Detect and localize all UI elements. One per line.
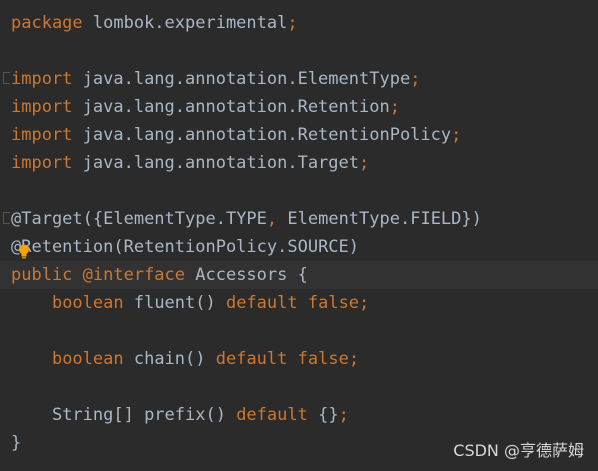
- code-line-interface-declaration[interactable]: public @interface Accessors {: [0, 261, 598, 289]
- semicolon: ;: [359, 293, 370, 313]
- comma: ,: [266, 209, 278, 229]
- code-line-retention-annotation[interactable]: @Retention(RetentionPolicy.SOURCE): [0, 233, 598, 261]
- enum-source: SOURCE: [287, 237, 349, 257]
- semicolon: ;: [389, 97, 400, 117]
- keyword-default: default: [225, 293, 298, 313]
- semicolon: ;: [410, 69, 421, 89]
- import-path: java.lang.annotation.ElementType: [72, 69, 411, 89]
- code-line-target-annotation[interactable]: @Target({ElementType.TYPE, ElementType.F…: [0, 205, 598, 233]
- code-line-fluent-method[interactable]: boolean fluent() default false;: [0, 289, 598, 317]
- code-line-prefix-method[interactable]: String[] prefix() default {};: [0, 401, 598, 429]
- keyword-false: false: [297, 293, 360, 313]
- import-path: java.lang.annotation.RetentionPolicy: [72, 125, 452, 145]
- method-signature: chain(): [123, 349, 216, 369]
- code-line-import-retention[interactable]: import java.lang.annotation.Retention;: [0, 93, 598, 121]
- keyword-import: import: [11, 97, 73, 117]
- semicolon: ;: [451, 125, 462, 145]
- code-line-package[interactable]: package lombok.experimental;: [0, 9, 598, 37]
- keyword-import: import: [11, 153, 73, 173]
- annotation-args: (RetentionPolicy.: [113, 237, 288, 257]
- annotation-args: ({ElementType.: [82, 209, 226, 229]
- closing-brace: }: [11, 433, 22, 453]
- annotation-close: }): [461, 209, 482, 229]
- annotation-close: ): [348, 237, 360, 257]
- import-path: java.lang.annotation.Target: [72, 153, 359, 173]
- method-signature: fluent(): [123, 293, 226, 313]
- keyword-boolean: boolean: [51, 293, 124, 313]
- keyword-import: import: [11, 69, 73, 89]
- semicolon: ;: [348, 349, 360, 369]
- keyword-boolean: boolean: [51, 349, 124, 369]
- keyword-interface: @interface: [72, 265, 186, 285]
- code-line-import-target[interactable]: import java.lang.annotation.Target;: [0, 149, 598, 177]
- keyword-default: default: [215, 349, 288, 369]
- interface-name: Accessors {: [185, 265, 308, 285]
- semicolon: ;: [338, 405, 349, 425]
- enum-field: FIELD: [410, 209, 462, 229]
- import-path: java.lang.annotation.Retention: [72, 97, 390, 117]
- code-line-import-elementtype[interactable]: import java.lang.annotation.ElementType;: [0, 65, 598, 93]
- lightbulb-icon[interactable]: [18, 244, 30, 259]
- code-line-chain-method[interactable]: boolean chain() default false;: [0, 345, 598, 373]
- method-signature: String[] prefix(): [51, 405, 237, 425]
- semicolon: ;: [287, 13, 298, 33]
- annotation-target: @Target: [11, 209, 83, 229]
- keyword-import: import: [11, 125, 73, 145]
- annotation-args: ElementType.: [277, 209, 411, 229]
- keyword-public: public: [11, 265, 73, 285]
- package-name: lombok.experimental: [82, 13, 288, 33]
- keyword-default: default: [236, 405, 308, 425]
- keyword-false: false: [287, 349, 349, 369]
- enum-type: TYPE: [225, 209, 267, 229]
- default-value: {}: [307, 405, 339, 425]
- keyword-package: package: [11, 13, 83, 33]
- semicolon: ;: [359, 153, 370, 173]
- code-editor[interactable]: package lombok.experimental; import java…: [0, 0, 598, 471]
- watermark: CSDN @亨德萨姆: [453, 441, 584, 460]
- code-line-import-retentionpolicy[interactable]: import java.lang.annotation.RetentionPol…: [0, 121, 598, 149]
